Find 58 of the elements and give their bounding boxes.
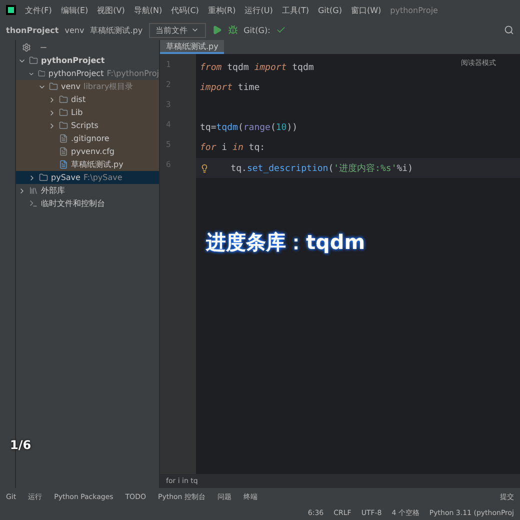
menu-item[interactable]: 代码(C) (171, 4, 199, 16)
window-title: pythonProje (390, 6, 438, 14)
tree-item[interactable]: Lib (71, 108, 83, 117)
menu-item[interactable]: 运行(U) (244, 4, 273, 16)
caret-icon (190, 26, 199, 34)
tree-item[interactable]: dist (71, 95, 86, 104)
menu-item[interactable]: 窗口(W) (350, 4, 382, 16)
tree-item[interactable]: .gitignore (71, 134, 110, 143)
tree-item[interactable]: 外部库 (41, 185, 65, 196)
folder-icon (39, 173, 48, 182)
tree-item[interactable]: pythonProject (41, 56, 105, 65)
menu-item[interactable]: Git(G) (318, 6, 342, 14)
tree-item-path: library根目录 (83, 81, 134, 92)
menu-item[interactable]: 重构(R) (208, 4, 236, 16)
tree-item-path: F:\pythonProj (106, 69, 159, 78)
settings-icon[interactable] (22, 42, 31, 52)
folder-icon (59, 108, 68, 117)
tree-item[interactable]: Scripts (71, 121, 98, 130)
breadcrumb-item[interactable]: thonProject (6, 26, 59, 34)
app-logo-icon (6, 5, 16, 15)
check-icon[interactable] (276, 25, 286, 35)
chevron-icon[interactable] (48, 96, 56, 104)
menu-item[interactable]: 导航(N) (134, 4, 162, 16)
debug-icon[interactable] (228, 25, 238, 35)
code-line: from tqdm import tqdm (200, 63, 314, 73)
run-icon[interactable] (212, 25, 222, 35)
editor-tab[interactable]: 草稿纸测试.py (160, 40, 224, 54)
page-counter: 1/6 (10, 438, 32, 452)
code-line: for i in tq: (200, 143, 266, 153)
breadcrumb-item[interactable]: venv (64, 26, 84, 34)
folder-icon (59, 121, 68, 130)
git-label: Git(G): (244, 26, 270, 34)
lightbulb-icon[interactable] (200, 164, 209, 172)
folder-icon (38, 69, 46, 78)
tree-item[interactable]: venv (61, 82, 80, 91)
code-line: tq=tqdm(range(10)) (200, 123, 298, 133)
library-icon (29, 186, 38, 195)
tree-item[interactable]: pySave (51, 173, 80, 182)
code-line: tq.set_description('进度内容:%s'%i) (230, 162, 413, 174)
chevron-icon[interactable] (48, 122, 56, 130)
breadcrumb-item[interactable]: 草稿纸测试.py (90, 24, 143, 36)
menu-item[interactable]: 编辑(E) (60, 4, 88, 16)
chevron-icon[interactable] (18, 186, 26, 194)
tree-item[interactable]: 临时文件和控制台 (41, 198, 105, 209)
video-caption: 进度条库：tqdm (206, 229, 366, 256)
menu-item[interactable]: 工具(T) (282, 4, 309, 16)
menu-item[interactable]: 文件(F) (25, 4, 52, 16)
search-icon[interactable] (504, 25, 514, 35)
folder-icon (29, 56, 38, 65)
code-line: import time (200, 83, 260, 93)
chevron-icon[interactable] (48, 108, 56, 116)
chevron-icon[interactable] (28, 174, 36, 182)
tree-item-path: F:\pySave (83, 173, 122, 182)
run-config-dropdown[interactable]: 当前文件 (148, 22, 206, 38)
folder-icon (49, 82, 58, 91)
tree-item[interactable]: pythonProject (48, 69, 104, 78)
folder-icon (59, 95, 68, 104)
menu-item[interactable]: 视图(V) (97, 4, 125, 16)
